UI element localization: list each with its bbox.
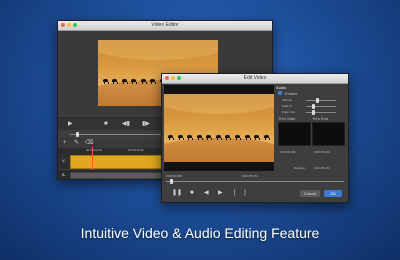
main-titlebar: Video Editor — [58, 21, 272, 31]
edit-seek-slider[interactable] — [166, 179, 344, 184]
audio-panel: Audio Enable Volume Fade In Fade Out — [276, 85, 346, 115]
volume-label: Volume — [282, 98, 293, 102]
fade-in-label: Fade In — [282, 104, 293, 108]
video-clip[interactable] — [70, 155, 162, 169]
fade-out-slider[interactable] — [306, 110, 336, 115]
edit-titlebar: Edit Video — [162, 74, 348, 84]
enable-checkbox[interactable] — [278, 91, 282, 95]
edit-window-title: Edit Video — [243, 75, 267, 81]
playhead[interactable] — [92, 147, 93, 171]
edit-preview-video — [164, 94, 274, 162]
trash-icon[interactable]: ⌫ — [85, 139, 93, 147]
duration-label: Duration — [294, 166, 306, 170]
main-window-title: Video Editor — [151, 22, 179, 28]
audio-section-title: Audio — [276, 85, 287, 90]
fade-out-label: Fade Out — [282, 110, 295, 114]
edit-stop-icon[interactable]: ■ — [190, 189, 194, 197]
audio-track-label: A — [62, 172, 65, 177]
trim-end-time: 0:00:05.000 — [314, 150, 330, 154]
trim-end-label: Trim End — [312, 116, 329, 121]
ok-button[interactable]: OK — [324, 190, 342, 197]
prev-frame-icon[interactable]: ◀ — [204, 189, 209, 197]
edit-video-window: Edit Video Audio Enable Volume Fade In F… — [161, 73, 349, 203]
stop-icon[interactable]: ■ — [104, 120, 108, 128]
current-time: 0:00:00.000 — [166, 174, 182, 178]
play-icon[interactable]: ▶ — [68, 120, 73, 128]
feature-caption: Intuitive Video & Audio Editing Feature — [80, 225, 320, 241]
audio-clip[interactable] — [70, 172, 162, 179]
duration-value: 0:00:05.471 — [314, 166, 330, 170]
trim-start-label: Trim Start — [278, 116, 296, 121]
add-icon[interactable]: + — [63, 139, 67, 147]
next-frame-icon[interactable]: ▶ — [218, 189, 223, 197]
wrench-icon[interactable]: ✎ — [74, 139, 79, 147]
enable-label: Enable — [285, 91, 298, 96]
mark-out-icon[interactable]: ] — [244, 189, 246, 197]
video-track-label: V — [62, 158, 65, 163]
trim-start-time: 0:00:00.000 — [280, 150, 296, 154]
fade-in-slider[interactable] — [306, 104, 336, 109]
pause-icon[interactable]: ❚❚ — [172, 189, 182, 197]
trim-start-thumbnail — [278, 122, 311, 146]
trim-end-thumbnail — [312, 122, 345, 146]
edit-transport-bar: ❚❚ ■ ◀ ▶ [ ] — [162, 185, 348, 201]
total-time: 0:00:05.471 — [242, 174, 258, 178]
cancel-button[interactable]: Cancel — [300, 190, 320, 197]
volume-slider[interactable] — [306, 98, 336, 103]
step-forward-icon[interactable]: ▮▶ — [142, 120, 150, 128]
mark-in-icon[interactable]: [ — [234, 189, 236, 197]
step-back-icon[interactable]: ◀▮ — [122, 120, 130, 128]
